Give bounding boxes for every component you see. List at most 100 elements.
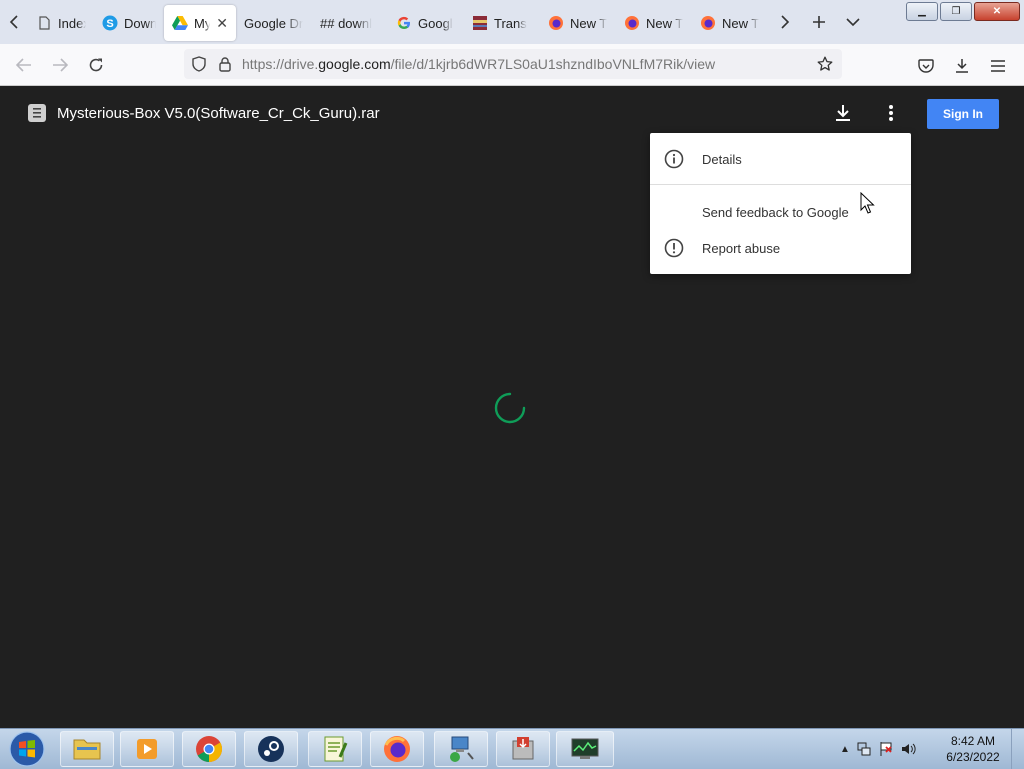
tab-title: My	[194, 15, 211, 31]
tab-google[interactable]: Googl	[388, 5, 464, 41]
loading-spinner	[493, 391, 527, 425]
menu-item-label: Send feedback to Google	[702, 204, 849, 220]
menu-item-details[interactable]: Details	[650, 141, 911, 177]
minimize-button[interactable]: ▁	[906, 2, 938, 21]
menu-item-report-abuse[interactable]: Report abuse	[650, 230, 911, 266]
arrow-left-icon	[16, 57, 31, 72]
taskbar-explorer[interactable]	[60, 731, 114, 767]
download-file-button[interactable]	[832, 102, 854, 124]
taskbar-clock[interactable]: 8:42 AM 6/23/2022	[938, 733, 1008, 765]
tab-title: Googl	[418, 15, 453, 31]
firefox-icon	[700, 15, 716, 31]
firefox-icon	[624, 15, 640, 31]
start-button[interactable]	[4, 730, 50, 768]
sign-in-button[interactable]: Sign In	[927, 99, 999, 129]
info-icon	[664, 149, 684, 169]
tab-new-tab-1[interactable]: New T	[540, 5, 616, 41]
firefox-icon	[384, 736, 410, 762]
arrow-right-icon	[53, 57, 68, 72]
archive-installer-icon	[512, 737, 534, 760]
network-status-icon[interactable]	[856, 741, 872, 757]
url-prefix: https://drive.	[242, 56, 319, 72]
downloads-button[interactable]	[944, 48, 980, 84]
reload-button[interactable]	[78, 47, 114, 83]
forward-button[interactable]	[42, 47, 78, 83]
menu-divider	[650, 184, 911, 185]
hamburger-menu-icon	[991, 60, 1005, 72]
restore-button[interactable]: ❐	[940, 2, 972, 21]
more-vertical-icon	[889, 105, 893, 121]
notepad-icon	[324, 736, 348, 762]
window-controls: ▁ ❐ ✕	[906, 2, 1020, 21]
tab-index[interactable]: Index	[28, 5, 94, 41]
windows-taskbar: ▲ 8:42 AM 6/23/2022	[0, 728, 1024, 769]
url-text: https://drive.google.com/file/d/1kjrb6dW…	[242, 56, 715, 72]
tab-strip: Index S Down My ✕ Google Dr ## downl Goo…	[0, 0, 1024, 44]
lock-icon[interactable]	[212, 56, 238, 72]
svg-text:S: S	[106, 18, 113, 30]
firefox-icon	[548, 15, 564, 31]
tracking-protection-shield-icon[interactable]	[186, 56, 212, 72]
download-icon	[956, 59, 968, 73]
chevron-down-icon	[846, 18, 860, 27]
plus-icon	[813, 16, 825, 28]
url-path: /file/d/1kjrb6dWR7LS0aU1shzndIboVNLfM7Ri…	[390, 56, 716, 72]
taskbar-winrar[interactable]	[496, 731, 550, 767]
google-drive-icon	[172, 15, 188, 31]
google-g-icon	[396, 15, 412, 31]
taskbar-steam[interactable]	[244, 731, 298, 767]
tabs-scroll-left-button[interactable]	[0, 0, 28, 44]
taskbar-chrome[interactable]	[182, 731, 236, 767]
address-bar[interactable]: https://drive.google.com/file/d/1kjrb6dW…	[184, 49, 842, 79]
close-tab-icon[interactable]: ✕	[216, 15, 228, 32]
back-button[interactable]	[6, 47, 42, 83]
clock-time: 8:42 AM	[950, 734, 996, 748]
tab-new-tab-3[interactable]: New T	[692, 5, 768, 41]
mouse-cursor-icon	[860, 191, 876, 216]
tab-title: Trans	[494, 15, 527, 31]
chevron-right-icon	[781, 15, 790, 29]
taskbar-media-player[interactable]	[120, 731, 174, 767]
minimize-icon: ▁	[918, 6, 926, 17]
tabs-scroll-right-button[interactable]	[768, 0, 802, 44]
show-hidden-icons-icon[interactable]: ▲	[840, 744, 850, 755]
show-desktop-button[interactable]	[1011, 729, 1024, 769]
restore-icon: ❐	[951, 6, 961, 17]
taskbar-system-monitor[interactable]	[556, 731, 614, 767]
list-all-tabs-button[interactable]	[836, 0, 870, 44]
volume-icon[interactable]	[900, 741, 916, 757]
tab-new-tab-2[interactable]: New T	[616, 5, 692, 41]
tab-download[interactable]: S Down	[94, 5, 164, 41]
close-window-button[interactable]: ✕	[974, 2, 1020, 21]
clock-date: 6/23/2022	[946, 750, 1000, 764]
url-domain: google.com	[318, 56, 391, 72]
menu-item-label: Report abuse	[702, 240, 781, 256]
pocket-icon	[918, 58, 934, 73]
new-tab-button[interactable]	[802, 0, 836, 44]
taskbar-notepad-plus[interactable]	[308, 731, 362, 767]
action-center-flag-icon[interactable]	[878, 741, 894, 757]
app-menu-button[interactable]	[980, 48, 1016, 84]
tab-google-drive[interactable]: Google Dr	[236, 5, 312, 41]
alert-circle-icon	[664, 238, 684, 258]
media-player-icon	[137, 739, 157, 759]
tab-title: New T	[722, 15, 760, 31]
taskbar-network-app[interactable]	[434, 731, 488, 767]
tab-translate[interactable]: Trans	[464, 5, 540, 41]
tab-downloads[interactable]: ## downl	[312, 5, 388, 41]
chrome-icon	[196, 736, 223, 763]
file-name: Mysterious-Box V5.0(Software_Cr_Ck_Guru)…	[57, 105, 380, 122]
toolbar-right	[908, 48, 1016, 84]
more-actions-button[interactable]	[880, 102, 902, 124]
windows-logo-icon	[9, 731, 45, 767]
tab-title: Google Dr	[244, 15, 304, 31]
bookmark-star-icon[interactable]	[812, 56, 838, 72]
archive-file-icon	[28, 104, 46, 122]
tab-title: Index	[58, 15, 86, 31]
s-logo-icon: S	[102, 15, 118, 31]
winrar-icon	[472, 15, 488, 31]
chevron-left-icon	[9, 15, 18, 29]
pocket-button[interactable]	[908, 48, 944, 84]
taskbar-firefox[interactable]	[370, 731, 424, 767]
tab-google-drive-active[interactable]: My ✕	[164, 5, 236, 41]
